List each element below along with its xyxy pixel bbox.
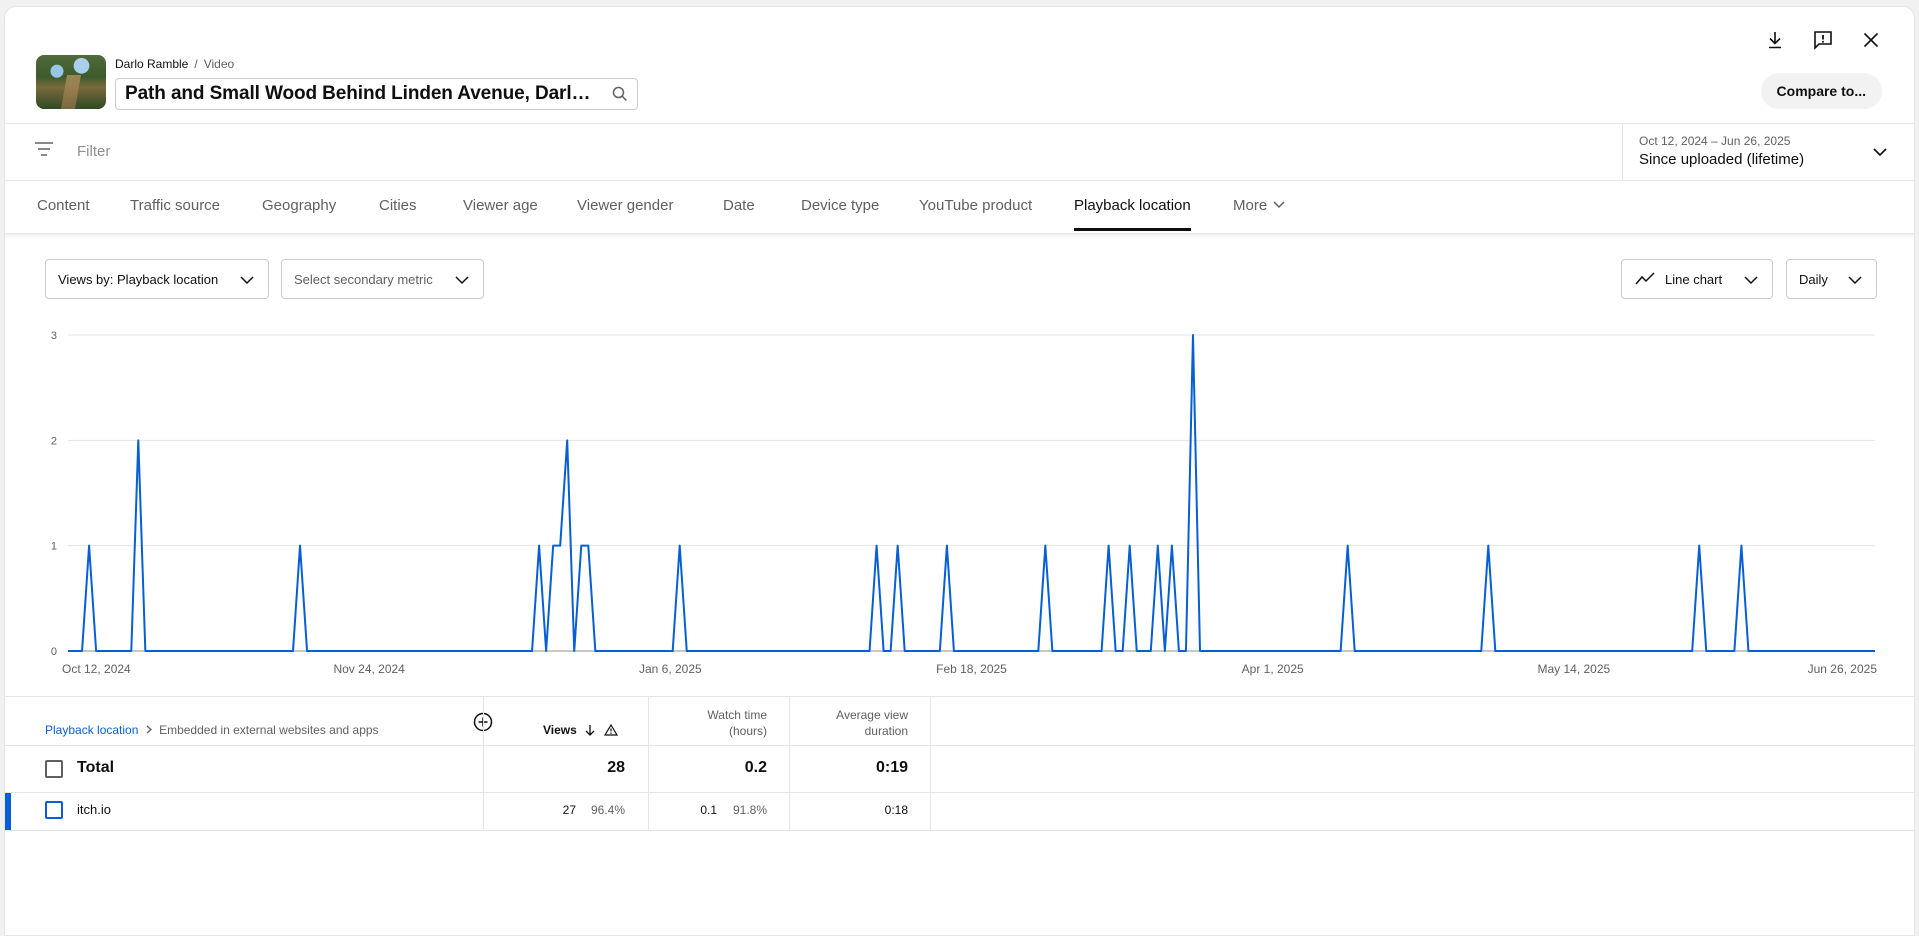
interval-label: Daily <box>1799 271 1828 287</box>
video-selector[interactable]: Path and Small Wood Behind Linden Avenue… <box>115 78 638 110</box>
x-tick-label: May 14, 2025 <box>1537 662 1610 676</box>
tab-youtube-product[interactable]: YouTube product <box>919 179 1032 231</box>
date-range-text: Oct 12, 2024 – Jun 26, 2025 <box>1639 134 1791 148</box>
tab-viewer-age[interactable]: Viewer age <box>463 179 538 231</box>
sort-down-icon[interactable] <box>585 724 595 736</box>
chevron-down-icon <box>240 273 254 288</box>
chevron-down-icon <box>1744 273 1758 288</box>
filter-icon[interactable] <box>35 141 53 162</box>
table-row-divider <box>5 792 1914 793</box>
y-tick-label: 0 <box>51 646 57 658</box>
chevron-down-icon <box>1873 144 1887 162</box>
primary-metric-label: Views by: Playback location <box>58 271 219 287</box>
tab-viewer-gender[interactable]: Viewer gender <box>577 179 673 231</box>
close-icon[interactable] <box>1858 27 1884 53</box>
tab-cities[interactable]: Cities <box>379 179 417 231</box>
breadcrumb: Darlo Ramble / Video <box>115 57 234 71</box>
x-tick-label: Jun 26, 2025 <box>1808 662 1878 676</box>
top-actions <box>1762 27 1884 53</box>
filter-input[interactable]: Filter <box>77 143 110 160</box>
tab-playback-location[interactable]: Playback location <box>1074 179 1191 231</box>
chevron-down-icon <box>1848 273 1862 288</box>
chevron-right-icon <box>146 725 152 734</box>
views-line-chart: 0 1 2 3 Oct 12, 2024 Nov 24, 2024 Jan 6, 2025 F… <box>51 330 1878 676</box>
tab-content[interactable]: Content <box>37 179 90 231</box>
chart-type-label: Line chart <box>1665 271 1723 287</box>
tab-more-label: More <box>1233 196 1268 214</box>
dimension-tabs: Content Traffic source Geography Cities … <box>5 179 1914 234</box>
row-checkbox[interactable] <box>45 801 63 819</box>
interval-dropdown[interactable]: Daily <box>1786 259 1877 299</box>
breadcrumb-separator: / <box>194 57 198 71</box>
table-header-divider <box>5 745 1914 746</box>
y-tick-label: 1 <box>51 541 57 553</box>
filter-bar: Filter Oct 12, 2024 – Jun 26, 2025 Since… <box>5 123 1914 181</box>
total-label: Total <box>77 759 115 776</box>
video-title: Path and Small Wood Behind Linden Avenue… <box>125 83 595 104</box>
tab-more[interactable]: More <box>1233 179 1285 231</box>
column-divider <box>648 696 649 830</box>
total-watch-time: 0.2 <box>744 759 767 776</box>
tab-traffic-source[interactable]: Traffic source <box>130 179 220 231</box>
row-views-pct: 96.4% <box>590 803 625 817</box>
total-avg-duration: 0:19 <box>875 759 908 776</box>
x-tick-label: Apr 1, 2025 <box>1242 662 1304 676</box>
views-column-header[interactable]: Views <box>543 723 618 737</box>
secondary-metric-label: Select secondary metric <box>294 271 433 287</box>
search-icon[interactable] <box>612 86 628 107</box>
watch-time-label-line1: Watch time <box>707 708 767 722</box>
row-label: itch.io <box>77 802 111 817</box>
chevron-down-icon <box>455 273 469 288</box>
date-period: Since uploaded (lifetime) <box>1639 151 1805 168</box>
row-avg-duration: 0:18 <box>884 803 908 817</box>
breadcrumb-channel[interactable]: Darlo Ramble <box>115 57 188 71</box>
tab-device-type[interactable]: Device type <box>801 179 879 231</box>
row-watch-time: 0.1 <box>700 803 717 817</box>
row-watch-time-pct: 91.8% <box>732 803 767 817</box>
table-top-divider <box>5 696 1914 697</box>
watch-time-label-line2: (hours) <box>728 724 767 738</box>
avg-duration-column-header[interactable]: Average view duration <box>805 707 908 739</box>
x-tick-label: Feb 18, 2025 <box>936 662 1007 676</box>
column-divider <box>930 696 931 830</box>
tab-geography[interactable]: Geography <box>262 179 336 231</box>
chart-type-dropdown[interactable]: Line chart <box>1621 259 1773 299</box>
total-views: 28 <box>607 759 625 776</box>
feedback-icon[interactable] <box>1810 27 1836 53</box>
y-tick-label: 2 <box>51 435 57 447</box>
table-breadcrumb-current: Embedded in external websites and apps <box>159 723 379 737</box>
y-tick-label: 3 <box>51 330 57 342</box>
x-tick-label: Jan 6, 2025 <box>639 662 702 676</box>
total-checkbox[interactable] <box>45 760 63 778</box>
watch-time-column-header[interactable]: Watch time (hours) <box>665 707 767 739</box>
primary-metric-dropdown[interactable]: Views by: Playback location <box>45 259 269 299</box>
x-tick-label: Nov 24, 2024 <box>333 662 405 676</box>
table-breadcrumb: Playback location Embedded in external w… <box>45 723 379 737</box>
series-line <box>68 334 1875 652</box>
breadcrumb-page: Video <box>203 57 235 71</box>
video-thumbnail <box>36 55 106 109</box>
row-views: 27 <box>562 803 576 817</box>
date-range-selector[interactable]: Oct 12, 2024 – Jun 26, 2025 Since upload… <box>1622 124 1914 180</box>
table-breadcrumb-link[interactable]: Playback location <box>45 723 138 737</box>
warning-icon[interactable] <box>603 724 618 736</box>
table-bottom-divider <box>5 830 1914 831</box>
avg-duration-label-line2: duration <box>864 724 908 738</box>
download-icon[interactable] <box>1762 27 1788 53</box>
chevron-down-icon <box>1273 201 1285 209</box>
views-column-label: Views <box>543 723 577 737</box>
column-divider <box>483 696 484 830</box>
secondary-metric-dropdown[interactable]: Select secondary metric <box>281 259 484 299</box>
line-chart-icon <box>1635 272 1655 286</box>
tab-date[interactable]: Date <box>723 179 755 231</box>
series-color-indicator <box>5 793 11 830</box>
analytics-panel: Darlo Ramble / Video Path and Small Wood B… <box>4 6 1915 936</box>
avg-duration-label-line1: Average view <box>836 708 908 722</box>
compare-button[interactable]: Compare to... <box>1760 73 1882 109</box>
column-divider <box>789 696 790 830</box>
x-tick-label: Oct 12, 2024 <box>62 662 131 676</box>
